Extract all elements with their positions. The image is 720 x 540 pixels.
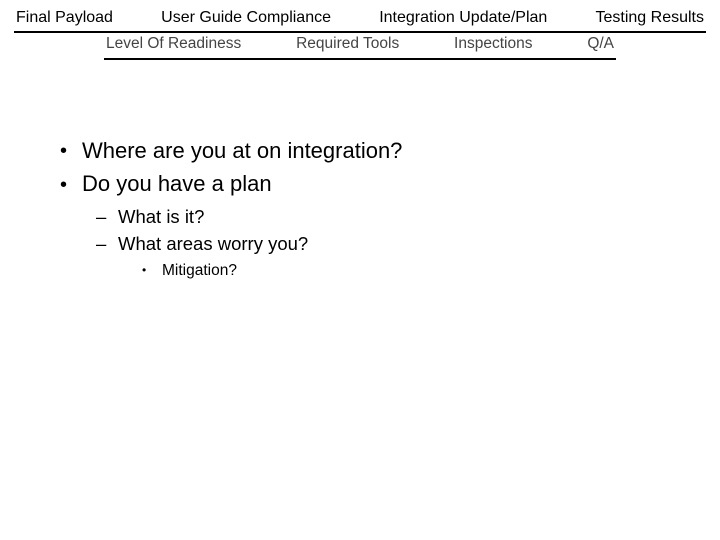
bullet-list: Where are you at on integration? Do you … [60, 136, 666, 282]
bullet-text: Do you have a plan [82, 171, 272, 196]
tab-integration-update-plan[interactable]: Integration Update/Plan [377, 8, 549, 31]
sub-bullet-item: What is it? [96, 205, 666, 230]
sub-bullet-list: What is it? What areas worry you? Mitiga… [60, 205, 666, 282]
bullet-text: What areas worry you? [118, 233, 308, 254]
slide: Final Payload User Guide Compliance Inte… [0, 0, 720, 540]
tab-inspections[interactable]: Inspections [452, 35, 534, 58]
tabs-row-1: Final Payload User Guide Compliance Inte… [14, 8, 706, 33]
slide-content: Where are you at on integration? Do you … [14, 136, 706, 282]
tab-user-guide-compliance[interactable]: User Guide Compliance [159, 8, 333, 31]
tab-level-of-readiness[interactable]: Level Of Readiness [104, 35, 243, 58]
sub-bullet-item: What areas worry you? Mitigation? [96, 232, 666, 282]
tab-testing-results[interactable]: Testing Results [594, 8, 707, 31]
tab-final-payload[interactable]: Final Payload [14, 8, 115, 31]
bullet-text: Mitigation? [162, 262, 237, 279]
tab-required-tools[interactable]: Required Tools [294, 35, 401, 58]
bullet-item: Do you have a plan What is it? What area… [60, 169, 666, 282]
tab-qa[interactable]: Q/A [585, 35, 616, 58]
sub-sub-bullet-item: Mitigation? [142, 261, 666, 282]
bullet-text: What is it? [118, 206, 204, 227]
tabs-row-2: Level Of Readiness Required Tools Inspec… [104, 35, 616, 60]
sub-sub-bullet-list: Mitigation? [96, 261, 666, 282]
bullet-text: Where are you at on integration? [82, 138, 402, 163]
bullet-item: Where are you at on integration? [60, 136, 666, 166]
